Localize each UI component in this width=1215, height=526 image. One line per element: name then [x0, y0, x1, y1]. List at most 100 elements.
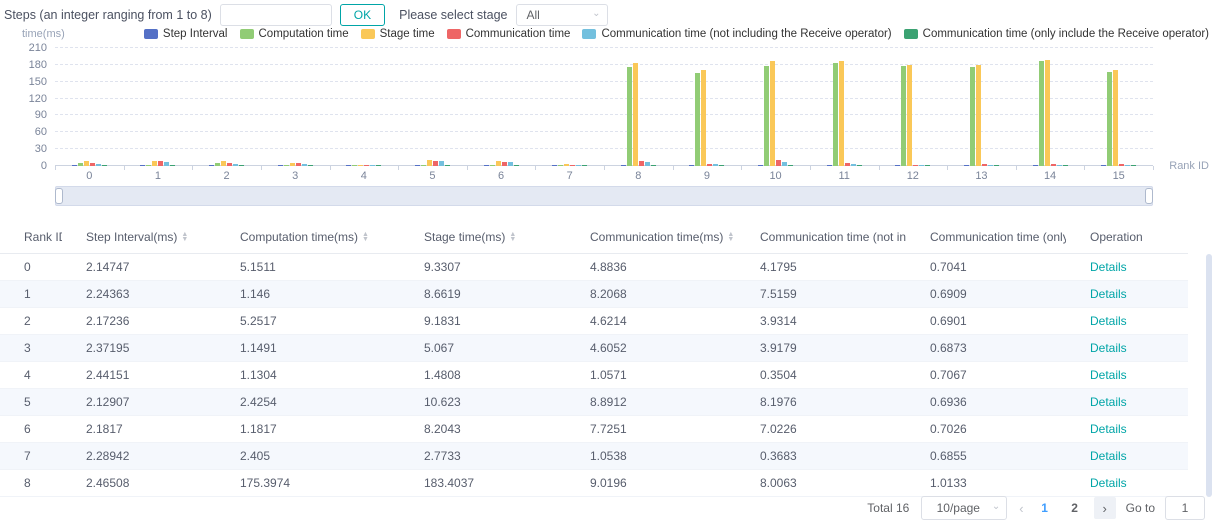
- rank-table-section: Rank IDStep Interval(ms)▲▼Computation ti…: [0, 222, 1215, 497]
- bar: [221, 161, 226, 166]
- bar: [1033, 165, 1038, 166]
- bar: [376, 165, 381, 166]
- operation-cell: Details: [1066, 361, 1188, 388]
- bar: [913, 165, 918, 166]
- bar: [713, 164, 718, 166]
- legend-swatch-icon: [144, 29, 158, 39]
- bar: [564, 164, 569, 166]
- table-cell: 1.146: [216, 280, 400, 307]
- y-tick-label: 150: [3, 76, 47, 88]
- page-size-select[interactable]: 10/page ⌄: [921, 496, 1007, 520]
- details-link[interactable]: Details: [1090, 341, 1127, 355]
- table-cell: 8.2068: [566, 280, 736, 307]
- legend-label: Communication time (not including the Re…: [601, 28, 891, 40]
- table-cell: 3.9179: [736, 334, 906, 361]
- bar-group-rank-14: [1016, 48, 1085, 166]
- y-tick-label: 30: [3, 143, 47, 155]
- details-link[interactable]: Details: [1090, 287, 1127, 301]
- sort-icon[interactable]: ▲▼: [509, 232, 516, 242]
- column-header: Operation: [1066, 222, 1188, 253]
- bar: [445, 165, 450, 166]
- y-tick-label: 90: [3, 109, 47, 121]
- column-header[interactable]: Communication time (only in...▲▼: [906, 222, 1066, 253]
- bar: [78, 163, 83, 166]
- next-page-button[interactable]: ›: [1094, 497, 1116, 519]
- legend-item[interactable]: Communication time (not including the Re…: [582, 28, 891, 40]
- page-number-button[interactable]: 1: [1036, 501, 1054, 515]
- table-cell: 8: [0, 469, 62, 496]
- bar: [901, 66, 906, 166]
- details-link[interactable]: Details: [1090, 368, 1127, 382]
- table-row: 82.46508175.3974183.40379.01968.00631.01…: [0, 469, 1188, 496]
- sort-icon[interactable]: ▲▼: [362, 232, 369, 242]
- table-row: 62.18171.18178.20437.72517.02260.7026Det…: [0, 415, 1188, 442]
- sort-icon[interactable]: ▲▼: [181, 232, 188, 242]
- operation-cell: Details: [1066, 334, 1188, 361]
- x-tick-label: 12: [879, 170, 948, 182]
- y-tick-label: 60: [3, 126, 47, 138]
- details-link[interactable]: Details: [1090, 476, 1127, 490]
- bar-group-rank-8: [604, 48, 673, 166]
- bar: [484, 165, 489, 166]
- column-header[interactable]: Stage time(ms) ▲▼: [400, 222, 566, 253]
- column-header-label: Computation time(ms): [240, 230, 358, 244]
- table-cell: 1.0571: [566, 361, 736, 388]
- details-link[interactable]: Details: [1090, 260, 1127, 274]
- page-number-button[interactable]: 2: [1066, 501, 1084, 515]
- column-header[interactable]: Computation time(ms) ▲▼: [216, 222, 400, 253]
- ok-button[interactable]: OK: [340, 4, 385, 26]
- column-header[interactable]: Communication time (not inc...▲▼: [736, 222, 906, 253]
- datazoom-slider[interactable]: [55, 186, 1153, 206]
- details-link[interactable]: Details: [1090, 449, 1127, 463]
- sort-icon[interactable]: ▲▼: [727, 232, 734, 242]
- x-tick-label: 11: [810, 170, 879, 182]
- column-header-label: Stage time(ms): [424, 230, 505, 244]
- table-cell: 0.7041: [906, 253, 1066, 280]
- table-vertical-scrollbar[interactable]: [1206, 254, 1212, 497]
- table-cell: 7.7251: [566, 415, 736, 442]
- legend-item[interactable]: Step Interval: [144, 28, 228, 40]
- goto-page-input[interactable]: [1165, 496, 1205, 520]
- details-link[interactable]: Details: [1090, 314, 1127, 328]
- datazoom-right-handle[interactable]: [1145, 188, 1153, 204]
- details-link[interactable]: Details: [1090, 422, 1127, 436]
- bar: [621, 165, 626, 166]
- legend-item[interactable]: Communication time (only include the Rec…: [904, 28, 1209, 40]
- column-header-label: Rank ID: [24, 230, 62, 244]
- bar: [227, 163, 232, 166]
- legend-item[interactable]: Stage time: [361, 28, 435, 40]
- bar: [839, 61, 844, 166]
- details-link[interactable]: Details: [1090, 395, 1127, 409]
- table-row: 52.129072.425410.6238.89128.19760.6936De…: [0, 388, 1188, 415]
- operation-cell: Details: [1066, 469, 1188, 496]
- bar: [925, 165, 930, 166]
- top-controls: Steps (an integer ranging from 1 to 8) O…: [0, 0, 1215, 26]
- bar: [233, 164, 238, 166]
- bar: [633, 63, 638, 166]
- table-cell: 8.6619: [400, 280, 566, 307]
- stage-label: Please select stage: [399, 8, 507, 22]
- bar-group-rank-10: [741, 48, 810, 166]
- table-cell: 0.6873: [906, 334, 1066, 361]
- bar: [364, 165, 369, 166]
- table-cell: 4.6214: [566, 307, 736, 334]
- stage-select[interactable]: All ⌄: [516, 4, 608, 26]
- column-header-label: Communication time (not inc...: [760, 230, 906, 244]
- datazoom-left-handle[interactable]: [55, 188, 63, 204]
- table-cell: 0.3504: [736, 361, 906, 388]
- y-tick-label: 0: [3, 160, 47, 172]
- steps-input[interactable]: [220, 4, 332, 26]
- legend-item[interactable]: Communication time: [447, 28, 571, 40]
- prev-page-button[interactable]: ‹: [1017, 501, 1025, 516]
- bar: [645, 162, 650, 166]
- bar: [833, 63, 838, 166]
- bar: [302, 164, 307, 166]
- column-header[interactable]: Step Interval(ms)▲▼: [62, 222, 216, 253]
- legend-item[interactable]: Computation time: [240, 28, 349, 40]
- legend-label: Communication time: [466, 28, 571, 40]
- bar: [758, 165, 763, 166]
- column-header[interactable]: Communication time(ms)▲▼: [566, 222, 736, 253]
- bar: [707, 164, 712, 166]
- chart-plot-area: 0306090120150180210: [55, 48, 1153, 166]
- bar: [1057, 165, 1062, 166]
